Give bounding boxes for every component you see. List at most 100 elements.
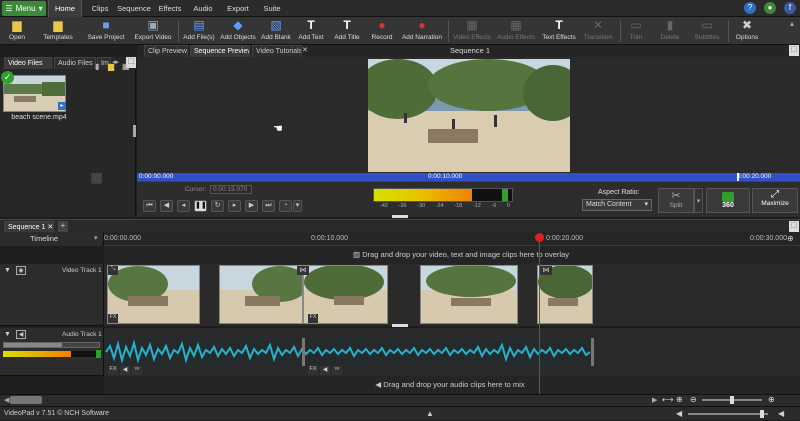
- record-button[interactable]: ● Record: [368, 17, 396, 45]
- video-clip[interactable]: [107, 265, 200, 324]
- speed-button[interactable]: ◔: [279, 200, 292, 212]
- tab-suite[interactable]: Suite: [260, 0, 284, 17]
- previous-frame-button[interactable]: ◀: [160, 200, 173, 212]
- tab-audio[interactable]: Audio: [190, 0, 216, 17]
- video-clip[interactable]: [420, 265, 518, 324]
- options-button[interactable]: ✖ Options: [732, 17, 762, 45]
- transition-marker-icon[interactable]: ⋈: [540, 266, 552, 275]
- fx-icon[interactable]: FX: [108, 314, 118, 323]
- panel-splitter[interactable]: [133, 125, 136, 137]
- preview-playhead[interactable]: [737, 173, 739, 181]
- audio-link-icon[interactable]: ∞: [332, 366, 342, 375]
- fx-icon[interactable]: FX: [308, 366, 318, 375]
- master-volume-thumb[interactable]: [760, 410, 764, 418]
- video-track-eye-icon[interactable]: ◉: [16, 266, 26, 275]
- transition-marker-icon[interactable]: ⋈: [297, 266, 309, 275]
- split-button[interactable]: ✂ Split: [658, 188, 694, 213]
- audio-volume-slider[interactable]: [3, 342, 100, 348]
- step-forward-button[interactable]: ▸: [228, 200, 241, 212]
- templates-button[interactable]: ▆ Templates: [40, 17, 76, 45]
- tab-video-tutorials[interactable]: Video Tutorials: [252, 45, 302, 57]
- panel-resize-handle[interactable]: [392, 215, 408, 218]
- share-icon[interactable]: f: [784, 2, 796, 14]
- collapse-track-icon[interactable]: ▼: [4, 331, 11, 338]
- audio-waveform[interactable]: [104, 338, 594, 366]
- add-files-button[interactable]: ▤ Add File(s): [182, 17, 216, 45]
- menu-button[interactable]: ☰ Menu ▾: [2, 1, 46, 16]
- three60-button[interactable]: 360: [706, 188, 750, 213]
- undock-preview-icon[interactable]: ⬚: [789, 45, 799, 56]
- expand-panel-icon[interactable]: ▲: [426, 407, 434, 421]
- trim-button[interactable]: ▭ Trim: [624, 17, 648, 45]
- audio-link-icon[interactable]: ∞: [132, 366, 142, 375]
- add-narration-button[interactable]: ● Add Narration: [400, 17, 444, 45]
- video-preview-frame[interactable]: [368, 59, 570, 172]
- chat-icon[interactable]: ●: [764, 2, 776, 14]
- tab-sequence[interactable]: Sequence: [116, 0, 152, 17]
- bin-view-icon[interactable]: ▦: [122, 62, 130, 71]
- tab-export[interactable]: Export: [224, 0, 252, 17]
- help-icon[interactable]: ?: [744, 2, 756, 14]
- audio-effects-button[interactable]: ▦ Audio Effects: [496, 17, 536, 45]
- tab-sequence-preview[interactable]: Sequence Preview: [190, 45, 250, 57]
- open-button[interactable]: ▆ Open: [4, 17, 30, 45]
- tab-clip-preview[interactable]: Clip Preview: [144, 45, 188, 57]
- scrollbar-thumb[interactable]: [10, 396, 42, 404]
- timeline-dropdown-icon[interactable]: ▾: [94, 232, 98, 246]
- close-tab-icon[interactable]: ✕: [302, 46, 308, 54]
- subtitles-button[interactable]: ▭ Subtitles: [690, 17, 724, 45]
- split-dropdown-icon[interactable]: ▾: [694, 188, 703, 213]
- export-video-button[interactable]: ▣ Export Video: [134, 17, 172, 45]
- volume-max-icon[interactable]: ◀: [778, 407, 784, 421]
- pause-button[interactable]: ❚❚: [194, 200, 207, 212]
- zoom-slider-thumb[interactable]: [730, 396, 734, 404]
- fx-icon[interactable]: FX: [108, 366, 118, 375]
- playhead-handle[interactable]: [535, 233, 544, 242]
- undock-timeline-icon[interactable]: ⬚: [789, 221, 799, 232]
- zoom-icon[interactable]: ⊕: [676, 395, 683, 404]
- video-effects-button[interactable]: ▦ Video Effects: [452, 17, 492, 45]
- fx-icon[interactable]: FX: [308, 314, 318, 323]
- video-clip[interactable]: [219, 265, 303, 324]
- track-resize-handle[interactable]: [392, 324, 408, 327]
- add-text-button[interactable]: T Add Text: [296, 17, 326, 45]
- tab-audio-files[interactable]: Audio Files: [54, 57, 96, 69]
- go-to-end-button[interactable]: ⏭: [262, 200, 275, 212]
- scroll-left-icon[interactable]: ◀: [4, 396, 9, 404]
- fit-width-icon[interactable]: ⟷: [662, 395, 673, 404]
- clip-boundary[interactable]: [302, 338, 305, 366]
- audio-clip-mute-icon[interactable]: ◀: [320, 366, 330, 375]
- save-project-button[interactable]: ■ Save Project: [84, 17, 128, 45]
- transition-button[interactable]: ✕ Transition: [580, 17, 616, 45]
- speed-dropdown-icon[interactable]: ▾: [293, 200, 302, 212]
- zoom-out-icon[interactable]: ⊖: [690, 395, 697, 404]
- scroll-right-icon[interactable]: ▶: [652, 396, 657, 404]
- tab-effects[interactable]: Effects: [154, 0, 186, 17]
- next-frame-button[interactable]: ▶: [245, 200, 258, 212]
- master-volume-slider[interactable]: [688, 413, 768, 415]
- cursor-time-field[interactable]: 0:00:19.070: [210, 185, 252, 194]
- speaker-icon[interactable]: ◀: [16, 330, 26, 339]
- loop-button[interactable]: ↻: [211, 200, 224, 212]
- add-title-button[interactable]: T Add Title: [332, 17, 362, 45]
- volume-icon[interactable]: ◀: [676, 407, 682, 421]
- clip-pan-icon[interactable]: ⤡: [108, 266, 118, 275]
- add-objects-button[interactable]: ◆ Add Objects: [220, 17, 256, 45]
- maximize-button[interactable]: ⤢ Maximize: [752, 188, 798, 213]
- zoom-fit-icon[interactable]: ⊕: [787, 234, 797, 244]
- step-back-button[interactable]: ◂: [177, 200, 190, 212]
- tab-video-files[interactable]: Video Files: [4, 57, 52, 69]
- zoom-in-icon[interactable]: ⊕: [768, 395, 775, 404]
- bin-folder-icon[interactable]: ▆: [108, 62, 114, 71]
- preview-scrub-bar[interactable]: [137, 173, 800, 181]
- delete-button[interactable]: ▮ Delete: [656, 17, 684, 45]
- text-effects-button[interactable]: T Text Effects: [540, 17, 578, 45]
- aspect-ratio-select[interactable]: Match Content ▾: [582, 199, 652, 211]
- tab-home[interactable]: Home: [48, 0, 82, 17]
- add-blank-button[interactable]: ▧ Add Blank: [260, 17, 292, 45]
- go-to-start-button[interactable]: ⏮: [143, 200, 156, 212]
- timeline-playhead[interactable]: [539, 242, 540, 394]
- collapse-ribbon-icon[interactable]: ▴: [790, 19, 794, 28]
- collapse-track-icon[interactable]: ▼: [4, 267, 11, 274]
- tab-clips[interactable]: Clips: [86, 0, 114, 17]
